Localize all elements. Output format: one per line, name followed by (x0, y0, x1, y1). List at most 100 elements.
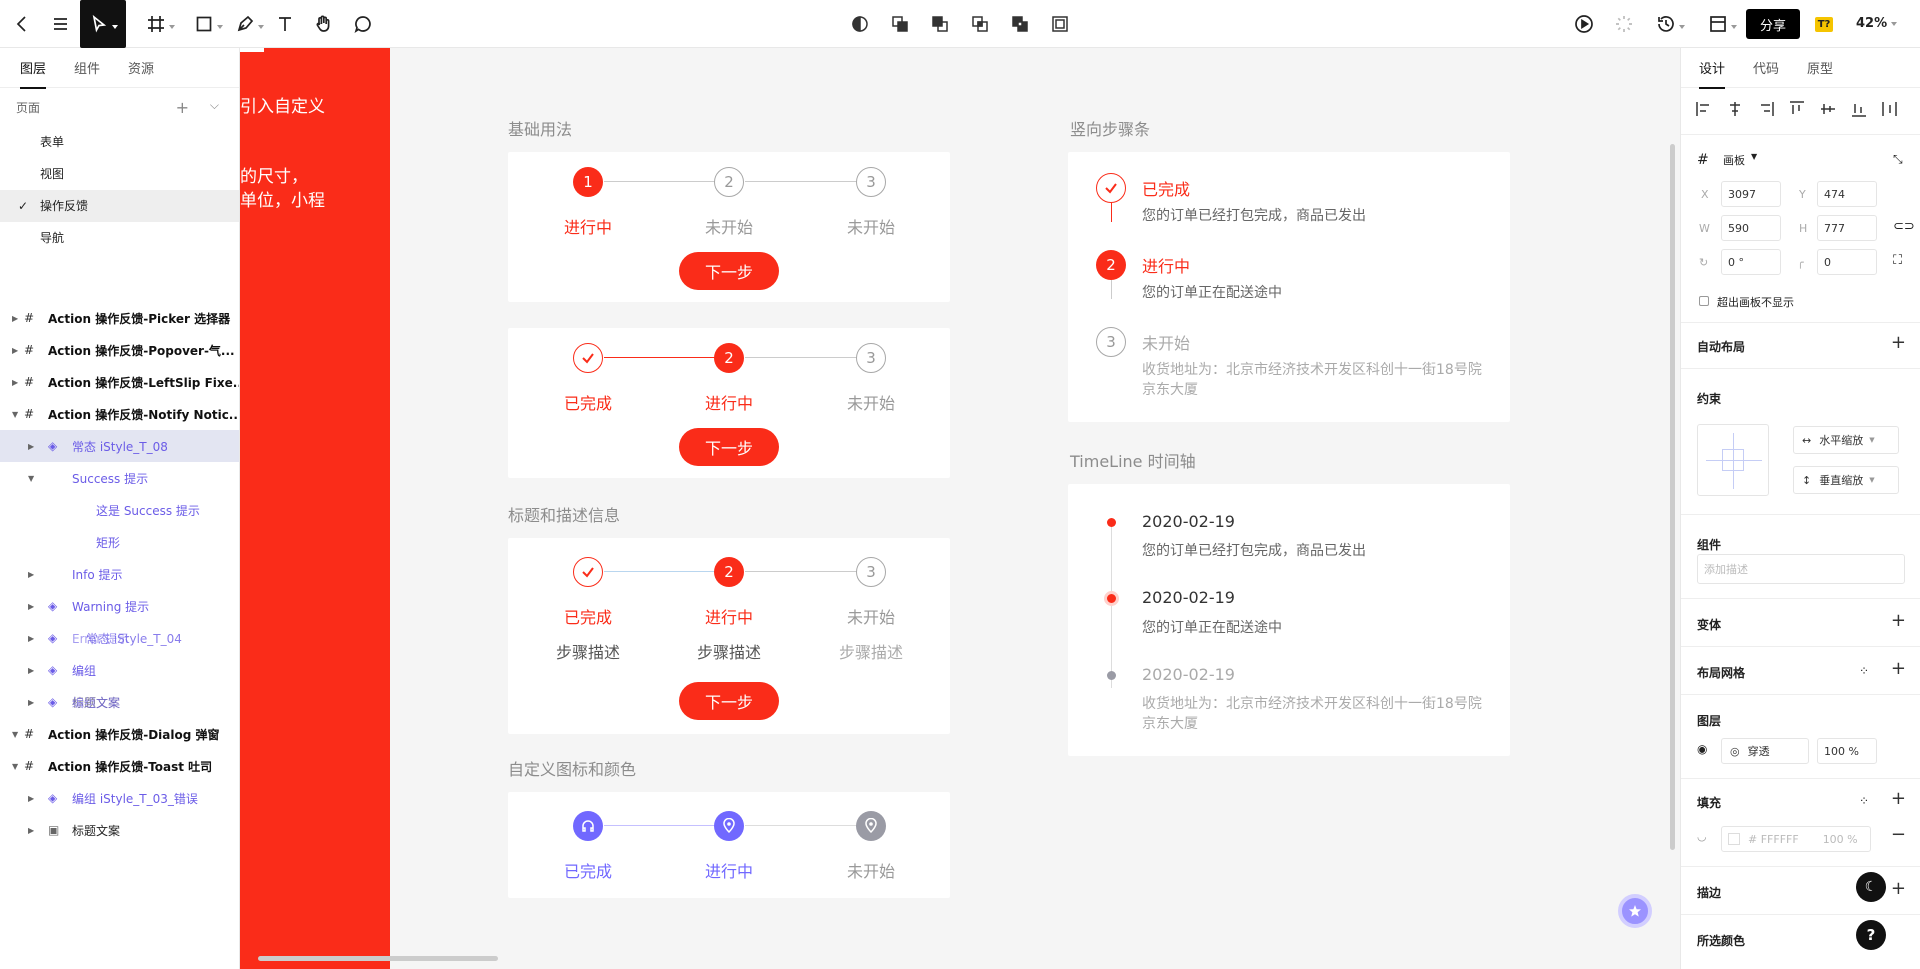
horizontal-constraint-dropdown[interactable]: ↔ 水平缩放 ▼ (1793, 426, 1899, 454)
color-swatch[interactable] (1728, 833, 1740, 845)
expand-arrow-icon[interactable]: ▶ (12, 378, 18, 387)
independent-corners-icon[interactable]: ⛶ (1893, 253, 1902, 268)
distribute-icon[interactable] (1881, 100, 1899, 118)
share-button[interactable]: 分享 (1746, 9, 1800, 39)
eye-hidden-icon[interactable]: ◡ (1697, 830, 1707, 843)
chevron-down-icon[interactable]: ⌵ (210, 98, 219, 113)
align-left-icon[interactable] (1695, 100, 1713, 118)
zoom-level[interactable]: 42% (1856, 16, 1897, 31)
next-step-button[interactable]: 下一步 (679, 428, 779, 466)
page-item[interactable]: 导航 (0, 222, 239, 254)
add-stroke-icon[interactable]: + (1891, 878, 1906, 899)
eye-icon[interactable]: ◉ (1697, 742, 1707, 756)
horizontal-scrollbar[interactable] (258, 956, 498, 961)
expand-arrow-icon[interactable]: ▼ (12, 410, 18, 419)
expand-arrow-icon[interactable]: ▶ (28, 666, 34, 675)
tab-design[interactable]: 设计 (1699, 58, 1726, 89)
remove-fill-icon[interactable]: − (1891, 824, 1906, 845)
layer-row[interactable]: ▼ # Action 操作反馈-Dialog 弹窗 (0, 718, 239, 750)
align-right-icon[interactable] (1757, 100, 1775, 118)
grid-style-icon[interactable]: ⁘ (1859, 664, 1869, 678)
page-item[interactable]: 表单 (0, 126, 239, 158)
expand-arrow-icon[interactable]: ▶ (12, 314, 18, 323)
expand-arrow-icon[interactable]: ▶ (28, 570, 34, 579)
h-input[interactable]: 777 (1817, 215, 1877, 241)
layer-row[interactable]: ▶ # Action 操作反馈-Popover-气... (0, 334, 239, 366)
subtract-icon[interactable] (930, 14, 950, 34)
constrain-proportions-icon[interactable]: ⊂⊃ (1893, 219, 1915, 234)
layer-row[interactable]: ▶ ◈ Error 提示 常态 iStyle_T_04 (0, 622, 239, 654)
page-item[interactable]: 视图 (0, 158, 239, 190)
expand-arrow-icon[interactable]: ▶ (12, 346, 18, 355)
comment-tool-button[interactable] (350, 10, 376, 38)
tab-components[interactable]: 组件 (74, 58, 100, 77)
align-center-h-icon[interactable] (1726, 100, 1744, 118)
shape-tool-button[interactable] (188, 10, 228, 38)
back-icon[interactable] (10, 10, 34, 38)
add-grid-icon[interactable]: + (1891, 658, 1906, 679)
flatten-icon[interactable] (1050, 14, 1070, 34)
fill-color-input[interactable]: # FFFFFF 100 % (1721, 826, 1871, 852)
description-input[interactable]: 添加描述 (1697, 554, 1905, 584)
layer-row[interactable]: ▶ ◈ Warning 提示 (0, 590, 239, 622)
layer-row[interactable]: ▶ ◈ 编组 iStyle_T_03_错误 (0, 782, 239, 814)
layer-row[interactable]: ▼ Success 提示 (0, 462, 239, 494)
add-auto-layout-icon[interactable]: + (1891, 332, 1906, 353)
layout-icon[interactable] (1704, 10, 1740, 38)
layer-row[interactable]: ▼ # Action 操作反馈-Toast 吐司 (0, 750, 239, 782)
style-icon[interactable]: ⁘ (1859, 794, 1869, 808)
layer-row[interactable]: ▶ # Action 操作反馈-LeftSlip Fixe... (0, 366, 239, 398)
caret-down-icon[interactable]: ▼ (1751, 152, 1757, 161)
align-bottom-icon[interactable] (1850, 100, 1868, 118)
blend-mode-dropdown[interactable]: ◎ 穿透 (1721, 738, 1809, 764)
hand-tool-button[interactable] (310, 10, 336, 38)
dark-mode-icon[interactable]: ☾ (1856, 872, 1886, 902)
add-variant-icon[interactable]: + (1891, 610, 1906, 631)
tab-prototype[interactable]: 原型 (1807, 58, 1833, 77)
expand-arrow-icon[interactable]: ▶ (28, 794, 34, 803)
intersect-icon[interactable] (970, 14, 990, 34)
mask-icon[interactable] (850, 14, 870, 34)
exclude-icon[interactable] (1010, 14, 1030, 34)
clip-checkbox[interactable] (1699, 296, 1709, 306)
frame-tool-button[interactable] (140, 10, 180, 38)
red-artboard[interactable]: 引入自定义 的尺寸， 单位，小程 (240, 48, 390, 969)
expand-arrow-icon[interactable]: ▼ (12, 762, 18, 771)
play-icon[interactable] (1572, 10, 1596, 38)
frame-type-dropdown[interactable]: 画板 (1723, 152, 1745, 168)
expand-arrow-icon[interactable]: ▶ (28, 634, 34, 643)
assistant-icon[interactable] (1618, 894, 1652, 928)
vertical-constraint-dropdown[interactable]: ↕ 垂直缩放 ▼ (1793, 466, 1899, 494)
layer-row[interactable]: ▶ ◈ 编组 (0, 654, 239, 686)
help-icon[interactable]: ? (1856, 920, 1886, 950)
opacity-input[interactable]: 100 % (1817, 738, 1877, 764)
expand-arrow-icon[interactable]: ▶ (28, 602, 34, 611)
vertical-scrollbar[interactable] (1670, 144, 1675, 850)
text-tool-button[interactable] (272, 10, 298, 38)
expand-arrow-icon[interactable]: ▼ (12, 730, 18, 739)
align-center-v-icon[interactable] (1819, 100, 1837, 118)
next-step-button[interactable]: 下一步 (679, 682, 779, 720)
x-input[interactable]: 3097 (1721, 181, 1781, 207)
union-icon[interactable] (890, 14, 910, 34)
layer-row[interactable]: 矩形 (0, 526, 239, 558)
tab-code[interactable]: 代码 (1753, 58, 1779, 77)
layer-row[interactable]: ▶ ▣ 标题文案 (0, 814, 239, 846)
expand-arrow-icon[interactable]: ▼ (28, 474, 34, 483)
layer-row[interactable]: 这是 Success 提示 (0, 494, 239, 526)
add-fill-icon[interactable]: + (1891, 788, 1906, 809)
y-input[interactable]: 474 (1817, 181, 1877, 207)
expand-arrow-icon[interactable]: ▶ (28, 826, 34, 835)
pen-tool-button[interactable] (232, 10, 266, 38)
next-step-button[interactable]: 下一步 (679, 252, 779, 290)
tab-assets[interactable]: 资源 (128, 58, 154, 77)
tab-layers[interactable]: 图层 (20, 58, 47, 89)
plugin-badge[interactable]: T? (1815, 17, 1833, 32)
design-canvas[interactable]: 引入自定义 的尺寸， 单位，小程 基础用法 1 2 3 进行中 未开始 未开始 … (240, 48, 1680, 969)
layer-row[interactable]: ▶ Info 提示 (0, 558, 239, 590)
shrink-icon[interactable]: ⤡ (1893, 152, 1903, 167)
page-item-selected[interactable]: ✓ 操作反馈 (0, 190, 239, 222)
expand-arrow-icon[interactable]: ▶ (28, 442, 34, 451)
w-input[interactable]: 590 (1721, 215, 1781, 241)
add-page-icon[interactable]: + (176, 98, 189, 117)
